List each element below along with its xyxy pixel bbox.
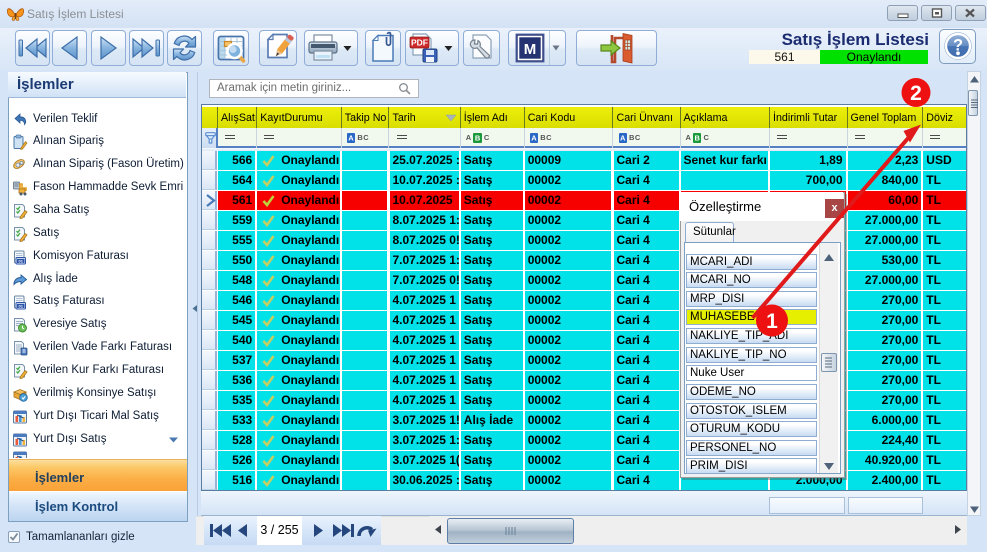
svg-text:M: M: [524, 41, 537, 58]
svg-text:01: 01: [19, 258, 24, 263]
svg-text:01: 01: [19, 304, 24, 309]
svg-text:PDF: PDF: [411, 38, 428, 48]
svg-text:2: 2: [910, 82, 922, 105]
